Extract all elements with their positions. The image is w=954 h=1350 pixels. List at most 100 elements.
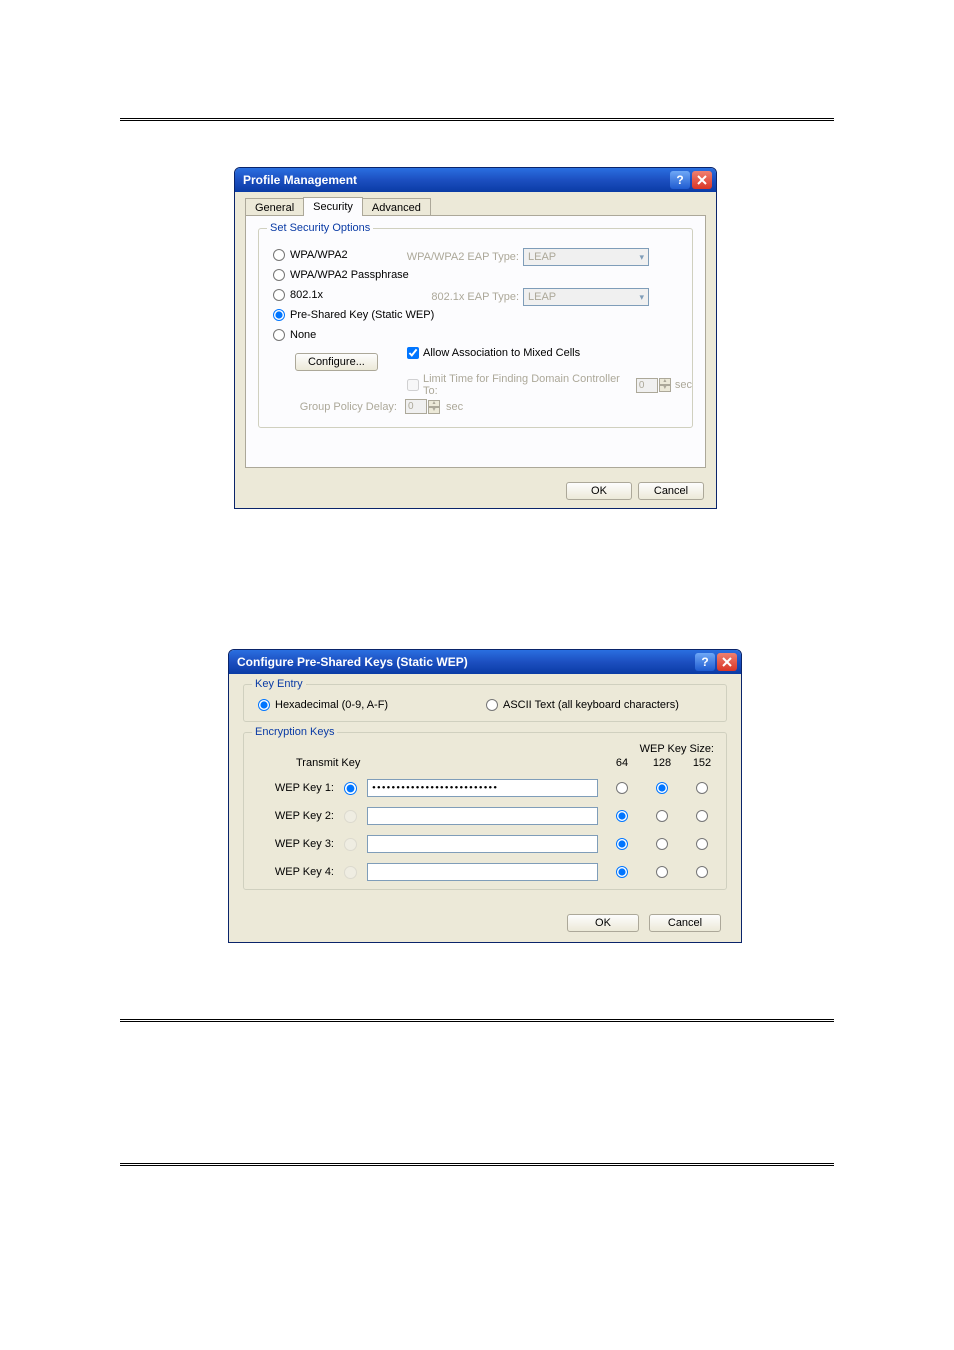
page-rule [120,120,834,121]
radio-ascii-label: ASCII Text (all keyboard characters) [503,699,679,711]
titlebar[interactable]: Profile Management ? [235,168,716,192]
wep-key-1-label: WEP Key 1: [264,782,334,794]
radio-wpa-passphrase[interactable]: WPA/WPA2 Passphrase [273,269,409,281]
wep-key-row-2: WEP Key 2: [264,805,714,827]
wep-key-4-size-128[interactable] [656,866,668,878]
wep-key-2-input[interactable] [367,807,598,825]
page-rule [120,1019,834,1020]
limit-time-unit: sec [675,379,692,391]
transmit-key-1-radio[interactable] [344,782,357,795]
radio-wpa[interactable]: WPA/WPA2 [273,249,348,261]
key-entry-legend: Key Entry [252,678,306,690]
wep-key-row-1: WEP Key 1: [264,777,714,799]
transmit-key-4-radio[interactable] [344,866,357,879]
group-policy-delay-unit: sec [446,401,463,413]
titlebar[interactable]: Configure Pre-Shared Keys (Static WEP) ? [229,650,741,674]
wep-key-1-size-64[interactable] [616,782,628,794]
help-button[interactable]: ? [670,171,690,189]
radio-none[interactable]: None [273,329,316,341]
size-128-label: 128 [650,757,674,769]
cancel-button[interactable]: Cancel [649,914,721,932]
limit-time-value[interactable] [636,378,658,393]
wep-key-1-input[interactable] [367,779,598,797]
group-policy-delay-label: Group Policy Delay: [299,401,397,413]
limit-time-label: Limit Time for Finding Domain Controller… [423,373,632,397]
page-rule [120,118,834,119]
chevron-down-icon: ▾ [639,252,644,263]
wep-key-row-3: WEP Key 3: [264,833,714,855]
wep-key-2-label: WEP Key 2: [264,810,334,822]
ok-button[interactable]: OK [566,482,632,500]
radio-8021x-label: 802.1x [290,289,323,301]
tab-security[interactable]: Security [303,197,363,216]
wep-key-2-size-64[interactable] [616,810,628,822]
transmit-key-header: Transmit Key [296,757,360,769]
window-title: Configure Pre-Shared Keys (Static WEP) [237,655,693,669]
profile-management-dialog: Profile Management ? General Security Ad… [234,167,717,509]
wep-key-3-size-64[interactable] [616,838,628,850]
group-policy-delay-value[interactable] [405,399,427,414]
wep-key-1-size-152[interactable] [696,782,708,794]
group-policy-delay-spinner[interactable]: ▴▾ sec [405,399,463,414]
wep-key-3-size-128[interactable] [656,838,668,850]
radio-ascii[interactable]: ASCII Text (all keyboard characters) [486,699,679,711]
allow-mixed-cells-label: Allow Association to Mixed Cells [423,347,580,359]
wep-key-1-size-128[interactable] [656,782,668,794]
wep-key-row-4: WEP Key 4: [264,861,714,883]
limit-time-spinner[interactable]: ▴▾ [636,378,671,393]
radio-wpa-label: WPA/WPA2 [290,249,348,261]
chevron-down-icon: ▾ [639,292,644,303]
wep-key-3-input[interactable] [367,835,598,853]
close-button[interactable] [717,653,737,671]
spin-down-icon[interactable]: ▾ [659,385,671,392]
page-rule [120,1163,834,1164]
wep-key-size-header: WEP Key Size: [640,743,714,755]
transmit-key-3-radio[interactable] [344,838,357,851]
spin-up-icon[interactable]: ▴ [659,378,671,385]
wep-key-4-label: WEP Key 4: [264,866,334,878]
size-152-label: 152 [690,757,714,769]
wep-key-2-size-152[interactable] [696,810,708,822]
transmit-key-2-radio[interactable] [344,810,357,823]
close-button[interactable] [692,171,712,189]
cancel-button[interactable]: Cancel [638,482,704,500]
wep-key-3-size-152[interactable] [696,838,708,850]
wpa-eap-type-label: WPA/WPA2 EAP Type: [391,251,519,263]
8021x-eap-type-combo[interactable]: LEAP ▾ [523,288,649,306]
security-tab-panel: Set Security Options WPA/WPA2 WPA/WPA2 P… [245,215,706,468]
wep-key-2-size-128[interactable] [656,810,668,822]
wep-key-3-label: WEP Key 3: [264,838,334,850]
encryption-keys-legend: Encryption Keys [252,726,337,738]
radio-8021x[interactable]: 802.1x [273,289,323,301]
wep-key-4-input[interactable] [367,863,598,881]
set-security-options-group: Set Security Options WPA/WPA2 WPA/WPA2 P… [258,228,693,428]
radio-hex[interactable]: Hexadecimal (0-9, A-F) [258,699,388,711]
ok-button[interactable]: OK [567,914,639,932]
wep-key-size-columns: 64 128 152 [610,757,714,769]
window-title: Profile Management [243,173,668,187]
wep-key-4-size-152[interactable] [696,866,708,878]
wpa-eap-type-combo[interactable]: LEAP ▾ [523,248,649,266]
configure-button[interactable]: Configure... [295,353,378,371]
wpa-eap-type-value: LEAP [528,251,556,263]
radio-psk-label: Pre-Shared Key (Static WEP) [290,309,434,321]
radio-wpa-pass-label: WPA/WPA2 Passphrase [290,269,409,281]
page-rule [120,1165,834,1166]
spin-down-icon[interactable]: ▾ [428,407,440,414]
8021x-eap-type-value: LEAP [528,291,556,303]
help-button[interactable]: ? [695,653,715,671]
radio-psk-static-wep[interactable]: Pre-Shared Key (Static WEP) [273,309,434,321]
group-legend: Set Security Options [267,222,373,234]
limit-time-checkbox[interactable]: Limit Time for Finding Domain Controller… [407,373,692,397]
spin-up-icon[interactable]: ▴ [428,400,440,407]
8021x-eap-type-label: 802.1x EAP Type: [411,291,519,303]
wep-key-4-size-64[interactable] [616,866,628,878]
radio-none-label: None [290,329,316,341]
radio-hex-label: Hexadecimal (0-9, A-F) [275,699,388,711]
size-64-label: 64 [610,757,634,769]
allow-mixed-cells-checkbox[interactable]: Allow Association to Mixed Cells [407,347,580,359]
key-entry-group: Key Entry Hexadecimal (0-9, A-F) ASCII T… [243,684,727,722]
page-rule [120,1021,834,1022]
configure-wep-dialog: Configure Pre-Shared Keys (Static WEP) ?… [228,649,742,943]
encryption-keys-group: Encryption Keys Transmit Key WEP Key Siz… [243,732,727,890]
